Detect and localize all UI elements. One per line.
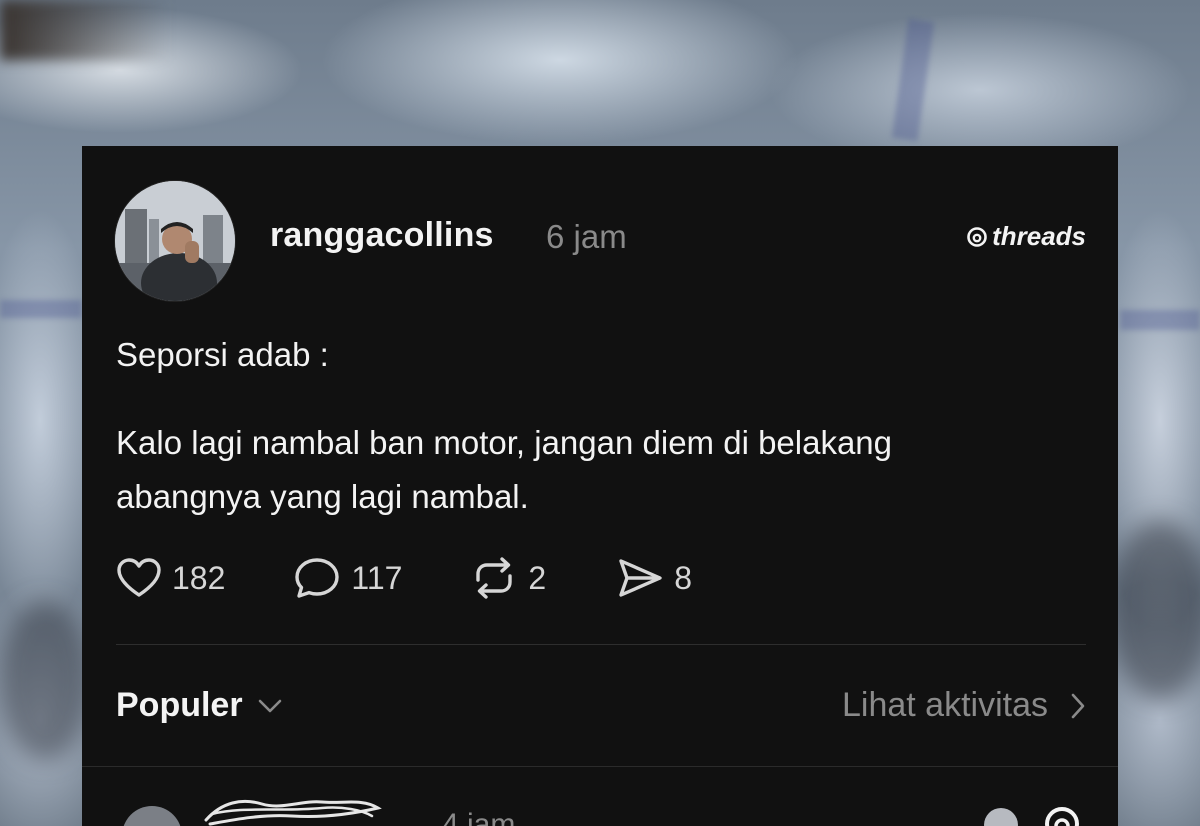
repost-count: 2 — [528, 559, 547, 596]
post-timestamp: 6 jam — [546, 218, 627, 255]
divider — [116, 644, 1086, 645]
send-icon — [619, 559, 662, 597]
post-author-username[interactable]: ranggacollins — [270, 216, 494, 255]
comment-icon — [295, 558, 340, 598]
share-button[interactable]: 8 — [616, 557, 692, 599]
threads-logo: threads — [966, 221, 1086, 252]
sort-label: Populer — [116, 686, 243, 724]
share-count: 8 — [674, 559, 692, 596]
chevron-down-icon — [258, 699, 281, 712]
redacted-username-scribble — [204, 799, 382, 826]
reply-participant-avatar — [984, 808, 1018, 826]
background-fold-shadow — [0, 600, 90, 760]
view-activity-link[interactable]: Lihat aktivitas — [842, 686, 1086, 725]
threads-post-card: ranggacollins 6 jam threads Seporsi adab… — [82, 146, 1118, 826]
view-activity-label: Lihat aktivitas — [842, 686, 1048, 724]
post-actions: 182 117 2 8 — [116, 556, 692, 600]
reply-button[interactable]: 117 — [293, 556, 402, 600]
reply-avatar[interactable] — [122, 806, 182, 826]
background-shadow-corner — [0, 0, 170, 60]
repost-icon — [476, 557, 513, 599]
post-text-paragraph: Kalo lagi nambal ban motor, jangan diem … — [116, 424, 893, 515]
repost-button[interactable]: 2 — [470, 556, 546, 600]
chevron-right-icon — [1071, 693, 1085, 718]
section-divider — [82, 766, 1118, 767]
heart-icon — [117, 558, 161, 597]
background-fold-shadow — [1110, 520, 1200, 700]
post-text-line: Seporsi adab : — [116, 336, 329, 373]
sort-dropdown[interactable]: Populer — [116, 686, 283, 725]
background-stripe — [0, 300, 82, 318]
like-count: 182 — [172, 559, 226, 596]
reply-count: 117 — [351, 559, 403, 596]
like-button[interactable]: 182 — [116, 557, 225, 599]
reply-timestamp: 4 jam — [442, 808, 516, 826]
threads-at-icon — [1045, 807, 1079, 826]
avatar[interactable] — [115, 181, 235, 301]
threads-at-icon — [966, 225, 988, 249]
avatar-photo — [115, 181, 235, 301]
threads-wordmark: threads — [992, 221, 1086, 251]
background-stripe — [1120, 310, 1200, 330]
